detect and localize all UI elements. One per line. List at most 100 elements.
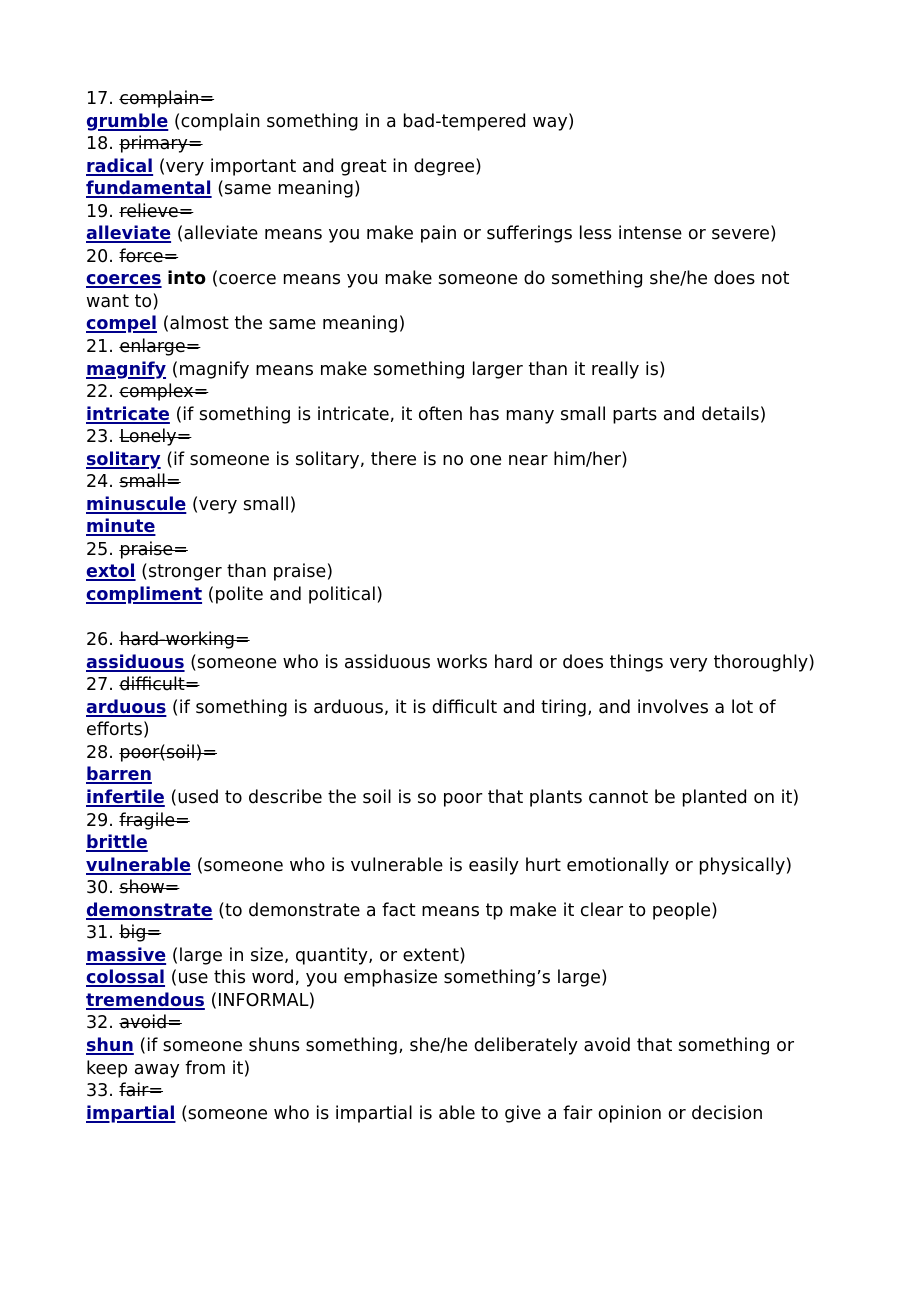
synonym-gloss: (almost the same meaning): [162, 314, 406, 335]
synonym-term[interactable]: minute: [86, 517, 155, 537]
block-separator: [86, 607, 838, 630]
entry-headword: relieve=: [119, 201, 194, 222]
entry-headword-line: 30. show=: [86, 877, 838, 900]
synonym-gloss: (alleviate means you make pain or suffer…: [176, 224, 777, 245]
synonym-gloss: (very small): [191, 494, 297, 515]
synonym-term[interactable]: grumble: [86, 112, 168, 132]
synonym-gloss: (complain something in a bad-tempered wa…: [173, 111, 575, 132]
entry-number: 23.: [86, 427, 114, 448]
synonym-line: compel (almost the same meaning): [86, 313, 838, 336]
synonym-line: arduous (if something is arduous, it is …: [86, 697, 838, 742]
synonym-term[interactable]: compel: [86, 314, 157, 334]
entry-headword: show=: [119, 878, 180, 899]
synonym-line: fundamental (same meaning): [86, 178, 838, 201]
synonym-line: assiduous (someone who is assiduous work…: [86, 652, 838, 675]
synonym-gloss: (if something is intricate, it often has…: [175, 404, 767, 425]
entry-number: 24.: [86, 472, 114, 493]
entry-headword-line: 22. complex=: [86, 381, 838, 404]
entry-headword-line: 29. fragile=: [86, 810, 838, 833]
synonym-term[interactable]: massive: [86, 946, 166, 966]
synonym-line: solitary (if someone is solitary, there …: [86, 449, 838, 472]
entry-number: 21.: [86, 337, 114, 358]
entry-number: 31.: [86, 923, 114, 944]
synonym-term[interactable]: compliment: [86, 585, 202, 605]
synonym-term[interactable]: intricate: [86, 405, 170, 425]
synonym-term[interactable]: arduous: [86, 698, 166, 718]
synonym-gloss: (magnify means make something larger tha…: [171, 359, 666, 380]
entry-number: 30.: [86, 878, 114, 899]
synonym-line: impartial (someone who is impartial is a…: [86, 1103, 838, 1126]
synonym-term[interactable]: coerces: [86, 269, 162, 289]
synonym-line: minute: [86, 516, 838, 539]
entry-headword: difficult=: [119, 675, 200, 696]
entry-number: 33.: [86, 1081, 114, 1102]
synonym-line: coerces into (coerce means you make some…: [86, 268, 838, 313]
synonym-gloss: (use this word, you emphasize something’…: [170, 968, 608, 989]
synonym-gloss: (large in size, quantity, or extent): [171, 945, 466, 966]
entry-headword: fragile=: [119, 810, 190, 831]
synonym-term[interactable]: extol: [86, 562, 136, 582]
synonym-gloss: (to demonstrate a fact means tp make it …: [218, 900, 718, 921]
synonym-term[interactable]: colossal: [86, 968, 165, 988]
synonym-term[interactable]: solitary: [86, 450, 161, 470]
vocabulary-list: 17. complain= grumble (complain something…: [86, 88, 838, 1125]
entry-number: 29.: [86, 810, 114, 831]
synonym-line: demonstrate (to demonstrate a fact means…: [86, 900, 838, 923]
entry-headword-line: 33. fair=: [86, 1080, 838, 1103]
synonym-line: extol (stronger than praise): [86, 561, 838, 584]
synonym-term[interactable]: barren: [86, 765, 152, 785]
entry-headword: small=: [119, 472, 181, 493]
entry-headword: complex=: [119, 382, 209, 403]
synonym-term[interactable]: shun: [86, 1036, 134, 1056]
synonym-line: radical (very important and great in deg…: [86, 156, 838, 179]
synonym-line: minuscule (very small): [86, 494, 838, 517]
synonym-term[interactable]: assiduous: [86, 653, 185, 673]
synonym-term[interactable]: fundamental: [86, 179, 212, 199]
entry-headword: praise=: [119, 539, 188, 560]
synonym-gloss: (stronger than praise): [141, 562, 334, 583]
entry-headword-line: 32. avoid=: [86, 1012, 838, 1035]
synonym-term[interactable]: demonstrate: [86, 901, 213, 921]
entry-number: 22.: [86, 382, 114, 403]
synonym-term[interactable]: impartial: [86, 1104, 175, 1124]
entry-headword-line: 24. small=: [86, 471, 838, 494]
entry-headword-line: 28. poor(soil)=: [86, 742, 838, 765]
synonym-line: colossal (use this word, you emphasize s…: [86, 967, 838, 990]
synonym-term[interactable]: infertile: [86, 788, 165, 808]
entry-number: 17.: [86, 89, 114, 109]
synonym-gloss: (used to describe the soil is so poor th…: [170, 787, 800, 808]
synonym-term[interactable]: minuscule: [86, 495, 186, 515]
entry-headword: force=: [119, 246, 179, 267]
synonym-gloss: (INFORMAL): [210, 990, 316, 1011]
synonym-term[interactable]: brittle: [86, 833, 148, 853]
entry-headword-line: 26. hard-working=: [86, 629, 838, 652]
entry-headword: Lonely=: [119, 427, 192, 448]
synonym-line: infertile (used to describe the soil is …: [86, 787, 838, 810]
entry-headword: enlarge=: [119, 337, 201, 358]
entry-headword-line: 27. difficult=: [86, 674, 838, 697]
entry-headword-line: 17. complain=: [86, 88, 838, 111]
synonym-gloss: (polite and political): [207, 585, 384, 606]
synonym-term[interactable]: alleviate: [86, 224, 171, 244]
entry-headword: fair=: [119, 1081, 164, 1102]
synonym-gloss: (if something is arduous, it is difficul…: [86, 697, 776, 741]
entry-number: 25.: [86, 539, 114, 560]
synonym-gloss: (someone who is impartial is able to giv…: [180, 1103, 764, 1124]
entry-headword-line: 19. relieve=: [86, 201, 838, 224]
synonym-term[interactable]: tremendous: [86, 991, 205, 1011]
entry-headword-line: 20. force=: [86, 246, 838, 269]
synonym-term[interactable]: radical: [86, 157, 153, 177]
entry-number: 27.: [86, 675, 114, 696]
synonym-particle: into: [167, 269, 206, 290]
synonym-line: magnify (magnify means make something la…: [86, 359, 838, 382]
entry-headword: big=: [119, 923, 162, 944]
synonym-term[interactable]: magnify: [86, 360, 166, 380]
synonym-term[interactable]: vulnerable: [86, 856, 191, 876]
synonym-line: barren: [86, 764, 838, 787]
entry-headword-line: 25. praise=: [86, 539, 838, 562]
synonym-gloss: (someone who is vulnerable is easily hur…: [196, 855, 793, 876]
entry-headword: avoid=: [119, 1013, 182, 1034]
synonym-line: vulnerable (someone who is vulnerable is…: [86, 855, 838, 878]
document-page: 17. complain= grumble (complain something…: [0, 0, 920, 1302]
entry-number: 32.: [86, 1013, 114, 1034]
